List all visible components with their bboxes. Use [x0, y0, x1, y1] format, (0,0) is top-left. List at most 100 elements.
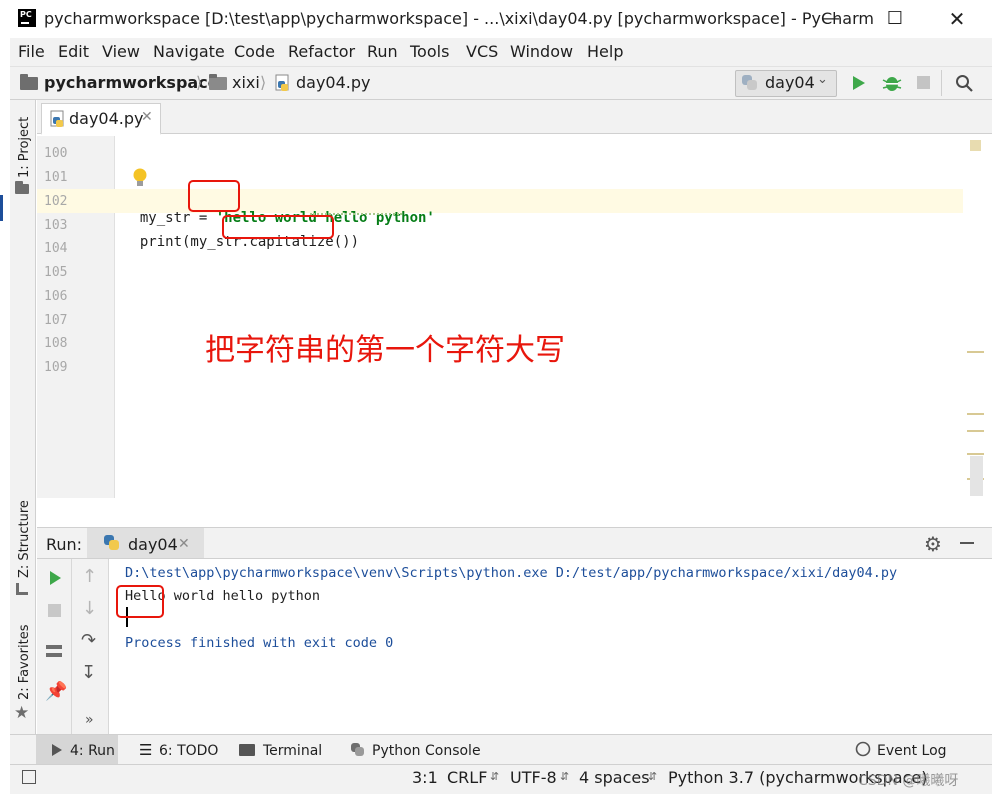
highlight-box-output: [116, 585, 164, 618]
breadcrumb-separator-icon: ⟩: [260, 73, 267, 92]
scroll-to-end-icon[interactable]: ↧: [81, 662, 96, 683]
run-tab-label: day04: [128, 535, 178, 554]
stripe-marker[interactable]: [967, 413, 984, 415]
folder-icon: [20, 74, 38, 90]
console-command-line: D:\test\app\pycharmworkspace\venv\Script…: [125, 565, 898, 581]
menu-run[interactable]: Run: [367, 42, 398, 61]
file-encoding[interactable]: UTF-8: [510, 768, 557, 787]
structure-tool-tab[interactable]: Z: Structure: [17, 500, 32, 578]
run-panel-label: Run:: [46, 535, 83, 554]
line-number: 105: [44, 265, 68, 280]
event-log-tool-button[interactable]: Event Log: [877, 743, 947, 759]
todo-tool-button[interactable]: 6: TODO: [159, 743, 218, 759]
arrow-up-icon[interactable]: ↑: [82, 566, 97, 587]
run-icon[interactable]: [851, 75, 867, 91]
menu-navigate[interactable]: Navigate: [153, 42, 225, 61]
minimize-icon[interactable]: —: [808, 0, 854, 38]
chevron-updown-icon: ⇵: [560, 770, 570, 783]
window-edge-marker: [0, 195, 3, 221]
line-number: 103: [44, 218, 68, 233]
window-title: pycharmworkspace [D:\test\app\pycharmwor…: [44, 9, 874, 28]
menu-view[interactable]: View: [102, 42, 140, 61]
annotation-text: 把字符串的第一个字符大写: [205, 333, 565, 368]
python-console-icon: [351, 743, 364, 756]
lightbulb-icon[interactable]: [131, 167, 149, 189]
line-number: 102: [44, 194, 68, 209]
gear-icon[interactable]: ⚙: [924, 532, 942, 556]
inspection-status-icon[interactable]: [970, 140, 981, 151]
toolbar-divider: [941, 70, 942, 96]
menu-tools[interactable]: Tools: [410, 42, 449, 61]
editor-tab-bar: [37, 100, 992, 134]
run-icon: [52, 744, 62, 756]
terminal-icon: [239, 744, 255, 756]
error-stripe: [963, 136, 985, 498]
highlight-box-first-char: [188, 180, 240, 212]
tool-window-bar: [10, 734, 992, 764]
star-icon: ★: [14, 703, 30, 723]
tab-close-icon[interactable]: ✕: [141, 109, 153, 125]
caret-position[interactable]: 3:1: [412, 768, 438, 787]
stripe-marker[interactable]: [967, 351, 984, 353]
line-number: 109: [44, 360, 68, 375]
tool-windows-toggle-icon[interactable]: [22, 770, 36, 784]
line-number: 106: [44, 289, 68, 304]
editor-scrollbar[interactable]: [970, 456, 983, 496]
debug-icon[interactable]: [882, 73, 902, 93]
more-icon[interactable]: »: [85, 712, 94, 728]
console-exit-line: Process finished with exit code 0: [125, 635, 394, 651]
python-console-tool-button[interactable]: Python Console: [372, 743, 481, 759]
rerun-icon[interactable]: [47, 570, 63, 586]
minimize-panel-icon[interactable]: [960, 542, 974, 544]
indent-setting[interactable]: 4 spaces: [579, 768, 650, 787]
menu-code[interactable]: Code: [234, 42, 275, 61]
chevron-updown-icon: ⇵: [490, 770, 500, 783]
folder-icon: [15, 181, 29, 194]
close-icon[interactable]: ✕: [934, 0, 980, 38]
line-number: 104: [44, 241, 68, 256]
structure-icon: [16, 583, 28, 595]
breadcrumb-file[interactable]: day04.py: [296, 73, 371, 92]
run-tab-close-icon[interactable]: ✕: [178, 536, 190, 552]
terminal-tool-button[interactable]: Terminal: [263, 743, 322, 759]
line-number: 108: [44, 336, 68, 351]
breadcrumb-separator-icon: ⟩: [196, 73, 203, 92]
favorites-tool-tab[interactable]: 2: Favorites: [17, 624, 32, 700]
maximize-icon[interactable]: ☐: [872, 0, 918, 38]
stop-icon[interactable]: [917, 76, 930, 89]
menu-window[interactable]: Window: [510, 42, 573, 61]
arrow-down-icon[interactable]: ↓: [82, 598, 97, 619]
line-number: 100: [44, 146, 68, 161]
line-separator[interactable]: CRLF: [447, 768, 487, 787]
menu-vcs[interactable]: VCS: [466, 42, 498, 61]
watermark: CSDN @曦曦呀: [858, 773, 959, 789]
highlight-box-capitalize: [222, 215, 334, 239]
breadcrumb-folder[interactable]: xixi: [232, 73, 260, 92]
folder-icon: [209, 74, 227, 90]
breadcrumb-project[interactable]: pycharmworkspace: [44, 73, 219, 92]
run-configuration-label: day04: [765, 73, 815, 92]
tab-label: day04.py: [69, 109, 144, 128]
run-tool-label: 4: Run: [70, 743, 115, 759]
chevron-updown-icon: ⇵: [648, 770, 658, 783]
stop-icon[interactable]: [48, 604, 61, 617]
project-tool-tab[interactable]: 1: Project: [17, 117, 32, 178]
line-number: 107: [44, 313, 68, 328]
menu-refactor[interactable]: Refactor: [288, 42, 355, 61]
search-icon[interactable]: [955, 74, 974, 93]
layout-icon[interactable]: [46, 645, 62, 657]
chevron-down-icon: ⌄: [817, 72, 828, 87]
event-log-icon: [855, 741, 871, 757]
python-file-icon: [50, 110, 64, 127]
title-bar: PC pycharmworkspace [D:\test\app\pycharm…: [0, 0, 992, 38]
line-number: 101: [44, 170, 68, 185]
menu-edit[interactable]: Edit: [58, 42, 89, 61]
stripe-marker[interactable]: [967, 453, 984, 455]
pin-icon[interactable]: 📌: [45, 681, 67, 702]
python-file-icon: [275, 74, 289, 91]
stripe-marker[interactable]: [967, 430, 984, 432]
pycharm-logo-icon: PC: [18, 9, 36, 27]
menu-help[interactable]: Help: [587, 42, 623, 61]
menu-file[interactable]: File: [18, 42, 45, 61]
soft-wrap-icon[interactable]: ↷: [81, 630, 96, 651]
